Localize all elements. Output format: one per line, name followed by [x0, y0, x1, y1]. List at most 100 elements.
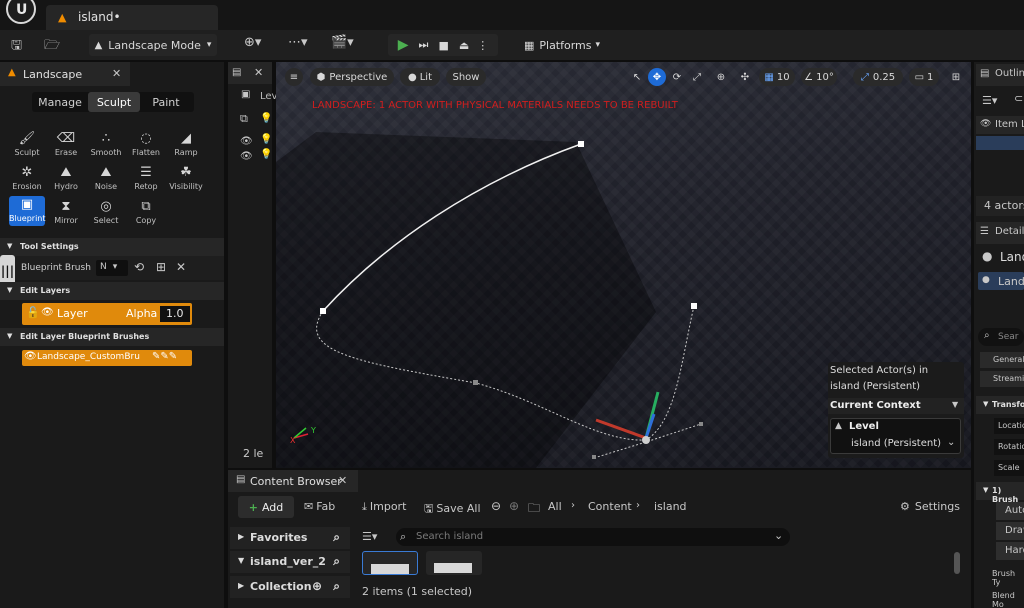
scale-snap-toggle[interactable]: ⤢ 0.25: [853, 68, 903, 86]
level-selector[interactable]: ▲ Level island (Persistent) ⌄: [830, 418, 961, 454]
play-icon[interactable]: ▶: [398, 37, 409, 53]
select-mode-icon[interactable]: ↖: [628, 68, 646, 86]
sidebar-collection[interactable]: ▶ Collection ⊕ ⌕: [230, 576, 350, 598]
search-icon[interactable]: ⌕: [333, 554, 340, 569]
tool-sculpt[interactable]: 🖌 Sculpt: [9, 130, 45, 162]
brush-hard-button[interactable]: Hard: [996, 542, 1024, 560]
surface-snap-icon[interactable]: ✣: [736, 68, 754, 86]
lightbulb-icon[interactable]: 💡: [260, 134, 272, 145]
outliner-tab[interactable]: ▤ Outlin: [976, 64, 1024, 86]
browse-icon[interactable]: 🗁: [44, 36, 60, 58]
tool-hydro[interactable]: ⛰ Hydro: [48, 164, 84, 196]
breadcrumb-all[interactable]: All: [548, 500, 562, 513]
eye-icon[interactable]: 👁: [24, 351, 37, 362]
blueprint-brush-select[interactable]: N ▾: [96, 260, 128, 276]
lit-button[interactable]: ● Lit: [400, 68, 440, 86]
more-options-icon[interactable]: ⋮: [477, 39, 488, 52]
component-row-selected[interactable]: ● Land: [978, 272, 1024, 290]
folder-icon[interactable]: 🗀: [528, 499, 540, 520]
layer-row[interactable]: 🔓 👁 Layer Alpha 1.0: [22, 303, 192, 325]
brush-header[interactable]: ▼ 1) Brush: [976, 482, 1024, 504]
scale-mode-icon[interactable]: ⤢: [688, 68, 706, 86]
filter-streaming[interactable]: Streamin: [980, 371, 1024, 387]
document-tab[interactable]: ▲ island•: [46, 5, 218, 30]
tool-settings-header[interactable]: ▼ Tool Settings: [0, 238, 224, 256]
filter-general[interactable]: General: [980, 352, 1024, 368]
platforms-menu[interactable]: ▦ Platforms ▾: [516, 34, 608, 56]
add-collection-icon[interactable]: ⊕: [312, 579, 322, 593]
landscape-tab[interactable]: ▲ Landscape ✕: [0, 62, 130, 86]
details-search-input[interactable]: ⌕ Sear: [978, 328, 1024, 346]
rotate-mode-icon[interactable]: ⟳: [668, 68, 686, 86]
camera-speed-button[interactable]: ▭ 1: [909, 68, 939, 86]
search-icon[interactable]: ⌕: [333, 579, 340, 594]
asset-tile[interactable]: [426, 551, 482, 575]
back-icon[interactable]: ⊖: [491, 499, 501, 513]
edit-layers-header[interactable]: ▼ Edit Layers: [0, 282, 224, 300]
eye-icon[interactable]: 👁: [240, 136, 253, 147]
eye-icon[interactable]: 👁: [41, 307, 54, 318]
tool-flatten[interactable]: ◌ Flatten: [128, 130, 164, 162]
filter-icon[interactable]: ☰▾: [982, 94, 997, 107]
save-all-button[interactable]: 🖫 Save All: [424, 500, 481, 519]
sidebar-island-ver-2[interactable]: ▼ island_ver_2 ⌕: [230, 551, 350, 573]
current-context-row[interactable]: Current Context ▼: [828, 398, 964, 414]
selected-actor-name[interactable]: Landsca: [1000, 250, 1024, 264]
eye-icon[interactable]: 👁: [980, 119, 991, 129]
lightbulb-icon[interactable]: 💡: [260, 149, 272, 160]
unlock-icon[interactable]: 🔓: [26, 306, 40, 319]
outliner-row[interactable]: [976, 136, 1024, 150]
content-search-input[interactable]: ⌕ Search island ⌄: [396, 528, 790, 546]
grid-snap-toggle[interactable]: ▦ 10: [759, 68, 795, 86]
clear-icon[interactable]: ✕: [176, 260, 186, 274]
content-scrollbar[interactable]: [954, 552, 960, 574]
lightbulb-icon[interactable]: 💡: [260, 113, 272, 124]
alpha-input[interactable]: 1.0: [160, 306, 190, 322]
import-button[interactable]: ⤓ Import: [362, 500, 406, 514]
tool-select[interactable]: ◎ Select: [88, 198, 124, 230]
search-icon[interactable]: ⊂: [1014, 92, 1023, 105]
layout-icon[interactable]: ⊞: [947, 68, 965, 86]
tool-copy[interactable]: ⧉ Copy: [128, 198, 164, 230]
scale-row[interactable]: Scale: [994, 460, 1024, 476]
save-icon[interactable]: 🖫: [11, 36, 22, 58]
blueprint-menu-icon[interactable]: ⋯▾: [288, 35, 308, 50]
close-icon[interactable]: ✕: [112, 67, 121, 80]
tool-retop[interactable]: ☰ Retop: [128, 164, 164, 196]
edit-brush-icon[interactable]: ✎✎✎: [152, 351, 177, 362]
sidebar-favorites[interactable]: ▶ Favorites ⌕: [230, 527, 350, 549]
add-actor-icon[interactable]: ⊕▾: [244, 35, 261, 50]
use-selected-icon[interactable]: ⟲: [134, 260, 144, 274]
translate-mode-icon[interactable]: ✥: [648, 68, 666, 86]
details-tab[interactable]: ☰ Details: [976, 222, 1024, 244]
bp-brush-item[interactable]: 👁 Landscape_CustomBru ✎✎✎: [22, 350, 192, 366]
bp-brushes-header[interactable]: ▼ Edit Layer Blueprint Brushes: [0, 328, 224, 346]
breadcrumb-island[interactable]: island: [654, 500, 687, 513]
location-row[interactable]: Locatio: [994, 418, 1024, 434]
close-icon[interactable]: ✕: [254, 66, 263, 79]
tool-smooth[interactable]: ∴ Smooth: [88, 130, 124, 162]
step-icon[interactable]: ⏭: [419, 38, 429, 52]
tool-noise[interactable]: ⛰ Noise: [88, 164, 124, 196]
viewport-menu-button[interactable]: ≡: [285, 68, 303, 86]
eject-icon[interactable]: ⏏: [459, 39, 469, 52]
asset-tile[interactable]: [362, 551, 418, 575]
tool-visibility[interactable]: ☘ Visibility: [168, 164, 204, 196]
eye-icon[interactable]: 👁: [240, 151, 253, 162]
settings-button[interactable]: ⚙ Settings: [900, 500, 960, 513]
perspective-button[interactable]: ⬢ Perspective: [310, 68, 394, 86]
search-icon[interactable]: ⌕: [333, 530, 340, 545]
breadcrumb-content[interactable]: Content: [588, 500, 632, 513]
world-space-icon[interactable]: ⊕: [712, 68, 730, 86]
stop-icon[interactable]: ■: [438, 39, 448, 52]
filter-icon[interactable]: ☰▾: [362, 530, 377, 543]
tool-ramp[interactable]: ◢ Ramp: [168, 130, 204, 162]
rotation-row[interactable]: Rotatio: [994, 439, 1024, 455]
browse-asset-icon[interactable]: ⊞: [156, 260, 166, 274]
cinematics-icon[interactable]: 🎬▾: [331, 35, 354, 50]
tool-erase[interactable]: ⌫ Erase: [48, 130, 84, 162]
brush-draw-button[interactable]: Draw: [996, 522, 1024, 540]
forward-icon[interactable]: ⊕: [509, 499, 519, 513]
tool-mirror[interactable]: ⧗ Mirror: [48, 198, 84, 230]
add-button[interactable]: + Add: [238, 496, 294, 518]
